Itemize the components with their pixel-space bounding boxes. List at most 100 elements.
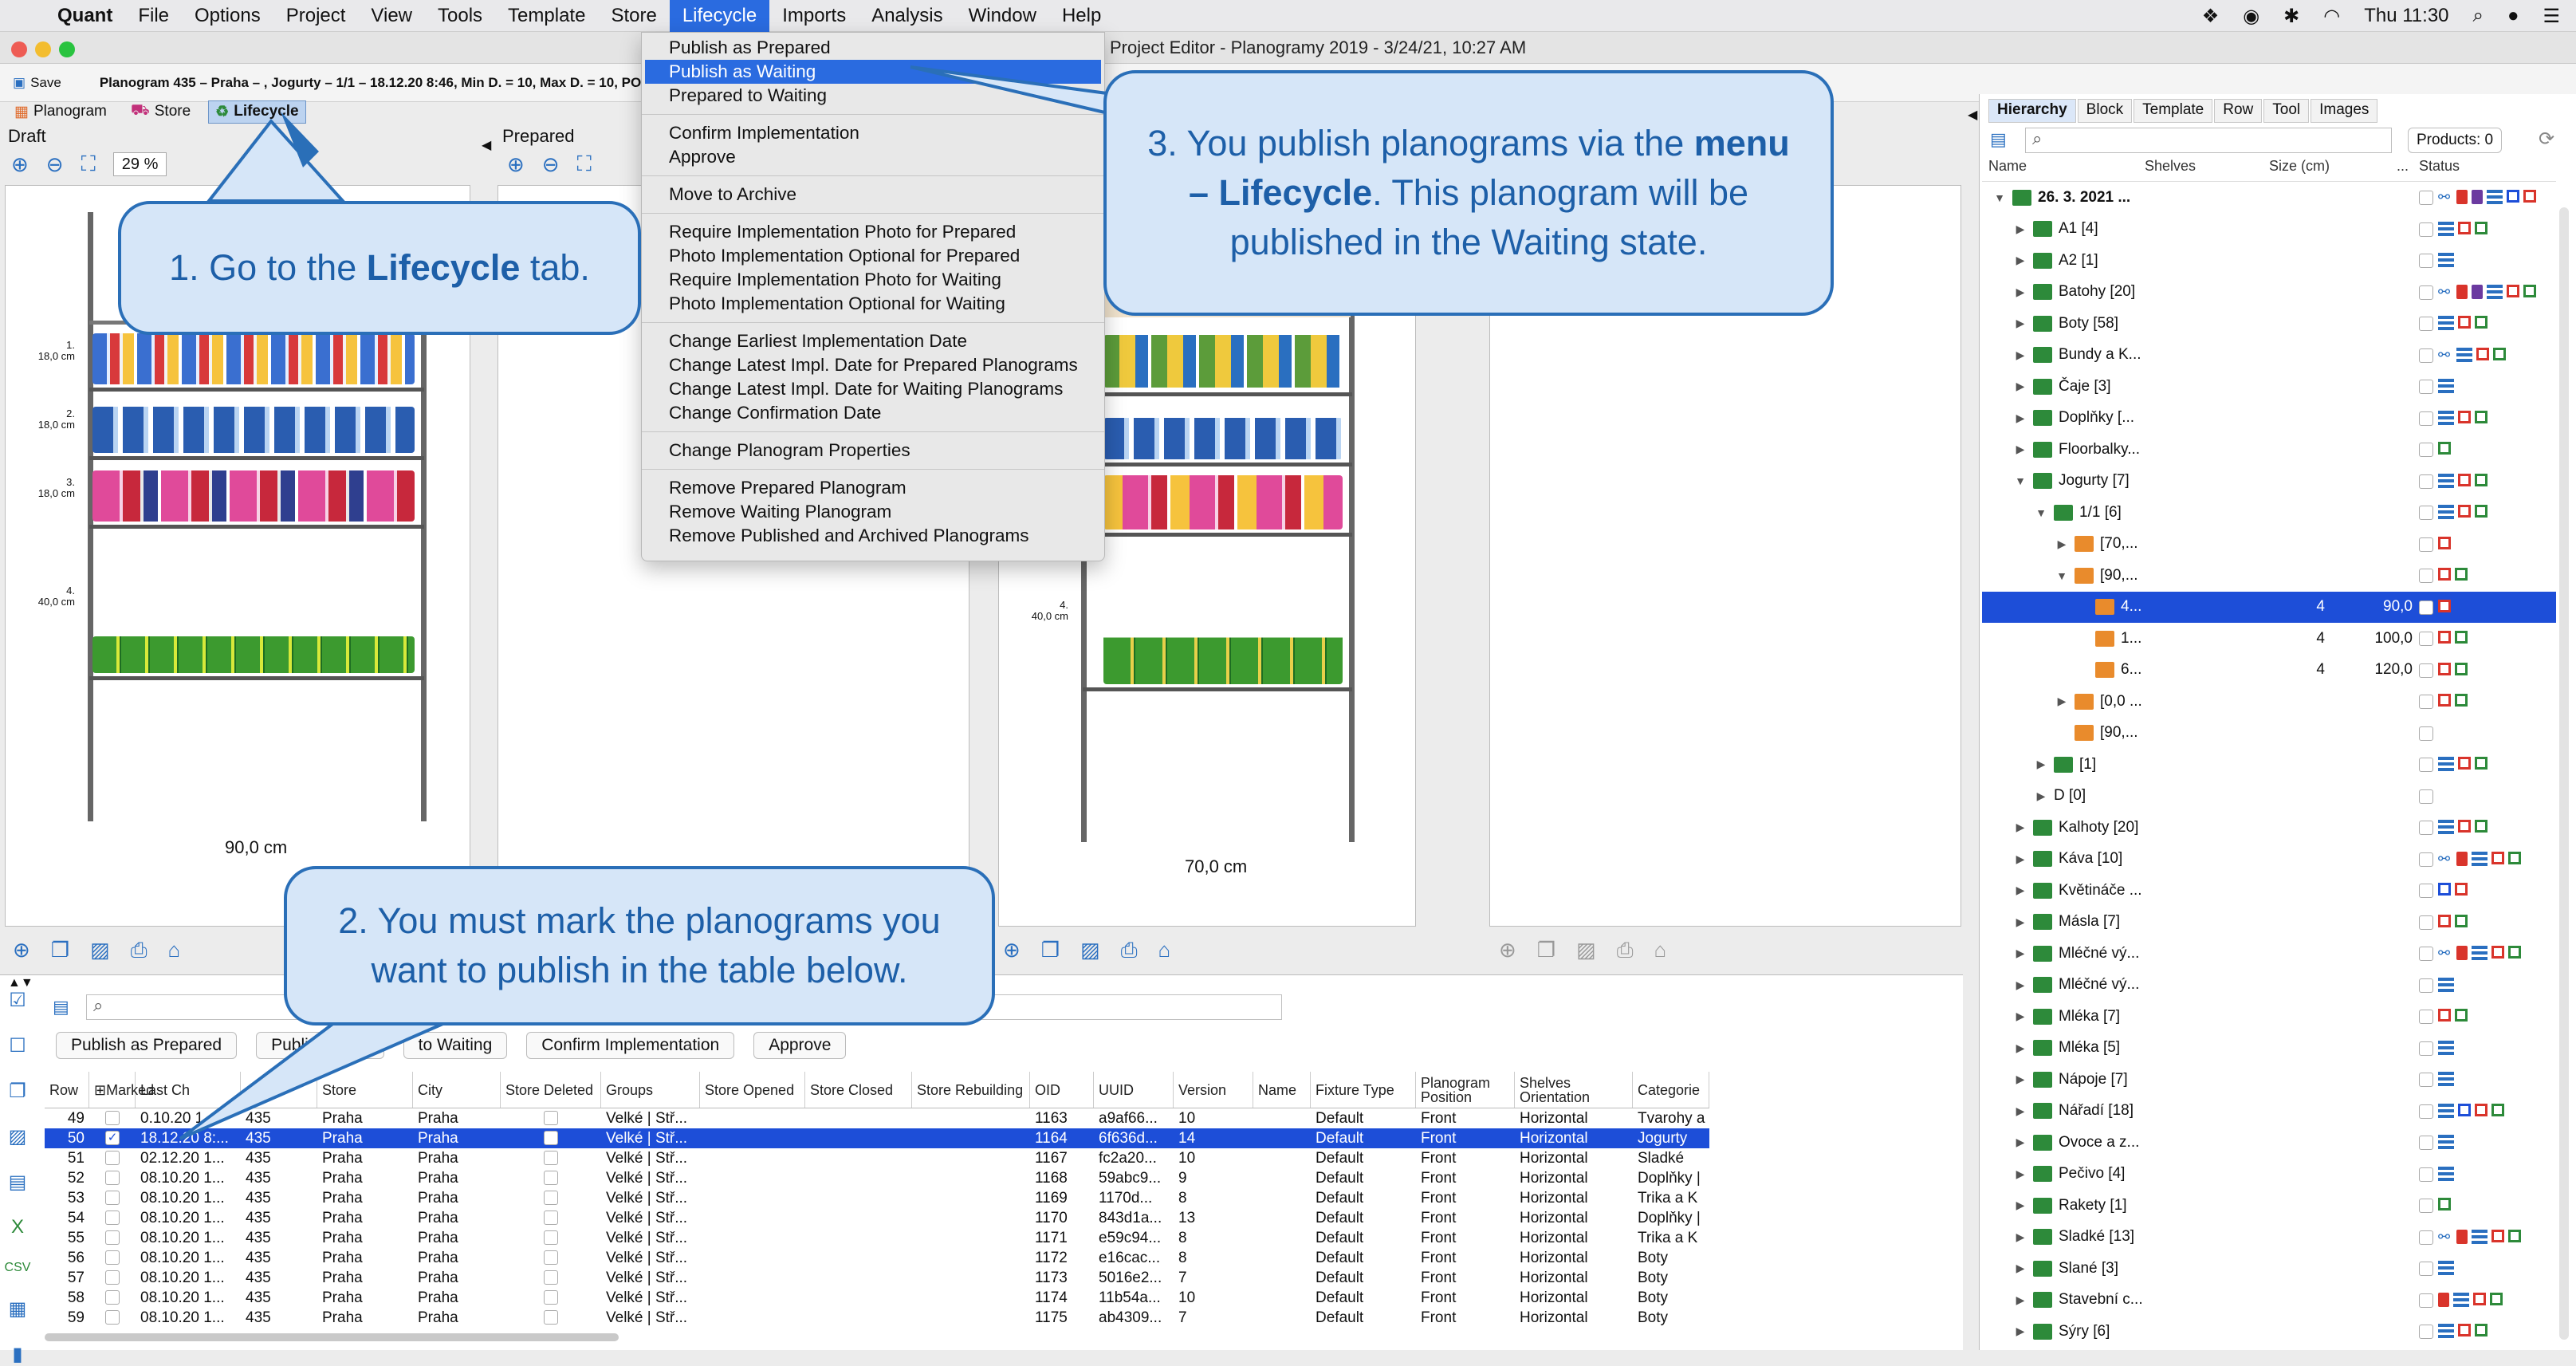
collapsed-arrow-icon[interactable]: ▶ bbox=[2055, 537, 2068, 551]
col-header-marked[interactable]: ⊞ Marked bbox=[89, 1072, 154, 1108]
tag-icon[interactable]: ⌂ bbox=[168, 938, 181, 965]
tree-item-checkbox[interactable] bbox=[2419, 1325, 2433, 1339]
tab-images[interactable]: Images bbox=[2311, 99, 2378, 123]
product-facings[interactable] bbox=[92, 333, 415, 384]
tree-item-checkbox[interactable] bbox=[2419, 1010, 2433, 1024]
col-header-store-closed[interactable]: Store Closed bbox=[805, 1072, 912, 1108]
image-icon[interactable]: ▨ bbox=[1576, 938, 1596, 965]
copy-icon[interactable]: ❐ bbox=[1537, 938, 1555, 965]
tree-item[interactable]: ▶ Mléčné vý... ⚯ bbox=[1982, 938, 2556, 970]
collapsed-arrow-icon[interactable]: ▶ bbox=[2014, 1325, 2027, 1338]
tree-item-checkbox[interactable] bbox=[2419, 884, 2433, 898]
col-header-store-opened[interactable]: Store Opened bbox=[700, 1072, 805, 1108]
table-row[interactable]: 59 08.10.20 1... 435 Praha Praha Velké | Stř.… bbox=[45, 1308, 1709, 1328]
tree-item-checkbox[interactable] bbox=[2419, 978, 2433, 993]
tree-item[interactable]: ▶ Mléka [7] bbox=[1982, 1001, 2556, 1033]
product-facings[interactable] bbox=[92, 407, 415, 453]
menu-item-photo-implementation-optional-for-waiting[interactable]: Photo Implementation Optional for Waitin… bbox=[642, 292, 1104, 316]
menu-file[interactable]: File bbox=[125, 0, 182, 32]
tree-item[interactable]: ▶ A2 [1] bbox=[1982, 245, 2556, 277]
tree-item-checkbox[interactable] bbox=[2419, 821, 2433, 835]
collapsed-arrow-icon[interactable]: ▶ bbox=[2014, 1136, 2027, 1149]
tree-item[interactable]: ▶ Pečivo [4] bbox=[1982, 1159, 2556, 1191]
collapsed-arrow-icon[interactable]: ▶ bbox=[2014, 821, 2027, 834]
tree-item-checkbox[interactable] bbox=[2419, 348, 2433, 363]
tree-item[interactable]: ▶ Stavební c... bbox=[1982, 1285, 2556, 1317]
tag-icon[interactable]: ⌂ bbox=[1654, 938, 1667, 965]
tree-item-checkbox[interactable] bbox=[2419, 789, 2433, 804]
tree-item-checkbox[interactable] bbox=[2419, 1041, 2433, 1056]
product-facings[interactable] bbox=[1103, 335, 1343, 388]
clock[interactable]: Thu 11:30 bbox=[2364, 5, 2448, 27]
chart-icon[interactable]: ▮ bbox=[12, 1343, 22, 1366]
calendar-icon[interactable]: ▦ bbox=[9, 1297, 27, 1321]
publish-as-waiting-button[interactable]: Publish as W bbox=[256, 1032, 384, 1059]
dropbox-icon[interactable]: ❖ bbox=[2202, 5, 2220, 28]
expanded-arrow-icon[interactable]: ▼ bbox=[1993, 191, 2006, 204]
tree-item[interactable]: ▶ Floorbalky... bbox=[1982, 434, 2556, 466]
menu-item-confirm-implementation[interactable]: Confirm Implementation bbox=[642, 121, 1104, 145]
image-icon[interactable]: ▨ bbox=[1080, 938, 1100, 965]
menu-item-approve[interactable]: Approve bbox=[642, 145, 1104, 169]
tab-hierarchy[interactable]: Hierarchy bbox=[1988, 99, 2076, 123]
tree-item[interactable]: ▼ 26. 3. 2021 ... ⚯ bbox=[1982, 182, 2556, 214]
marked-checkbox[interactable]: ✓ bbox=[105, 1131, 120, 1145]
image-icon[interactable]: ▨ bbox=[90, 938, 110, 965]
tree-item[interactable]: ▶ Mléka [5] bbox=[1982, 1033, 2556, 1065]
zoom-window-icon[interactable] bbox=[59, 41, 75, 57]
table-row[interactable]: 53 08.10.20 1... 435 Praha Praha Velké | Stř.… bbox=[45, 1188, 1709, 1208]
tree-item[interactable]: ▶ D [0] bbox=[1982, 781, 2556, 813]
excel-icon[interactable]: X bbox=[11, 1216, 24, 1238]
tree-item[interactable]: ▶ [70,... bbox=[1982, 529, 2556, 561]
collapse-left-icon[interactable]: ◀ bbox=[482, 137, 491, 153]
menu-item-remove-prepared-planogram[interactable]: Remove Prepared Planogram bbox=[642, 476, 1104, 500]
tree-item[interactable]: ▶ Nápoje [7] bbox=[1982, 1064, 2556, 1096]
hierarchy-search-input[interactable]: ⌕ bbox=[2025, 128, 2392, 153]
collapsed-arrow-icon[interactable]: ▶ bbox=[2014, 884, 2027, 897]
tree-item-checkbox[interactable] bbox=[2419, 915, 2433, 930]
menu-item-photo-implementation-optional-for-prepared[interactable]: Photo Implementation Optional for Prepar… bbox=[642, 244, 1104, 268]
save-button[interactable]: ▣ Save bbox=[6, 73, 68, 93]
table-row[interactable]: 49 0.10.20 1... 435 Praha Praha Velké | Stř..… bbox=[45, 1108, 1709, 1128]
control-center-icon[interactable]: ☰ bbox=[2543, 5, 2560, 28]
tree-item-checkbox[interactable] bbox=[2419, 695, 2433, 709]
search-icon[interactable]: ⌕ bbox=[2473, 5, 2484, 27]
collapsed-arrow-icon[interactable]: ▶ bbox=[2014, 380, 2027, 393]
magnify-icon[interactable]: ⊕ bbox=[1499, 938, 1516, 965]
tree-item-checkbox[interactable] bbox=[2419, 411, 2433, 426]
collapsed-arrow-icon[interactable]: ▶ bbox=[2014, 915, 2027, 929]
expanded-arrow-icon[interactable]: ▼ bbox=[2035, 506, 2047, 519]
marked-checkbox[interactable] bbox=[105, 1290, 120, 1305]
zoom-in-icon[interactable]: ⊕ bbox=[11, 152, 29, 177]
col-header-store-deleted[interactable]: Store Deleted bbox=[501, 1072, 601, 1108]
collapsed-arrow-icon[interactable]: ▶ bbox=[2014, 1167, 2027, 1181]
menu-item-prepared-to-waiting[interactable]: Prepared to Waiting bbox=[642, 84, 1104, 108]
tree-item[interactable]: ▶ Káva [10] ⚯ bbox=[1982, 844, 2556, 876]
col-header-groups[interactable]: Groups bbox=[601, 1072, 700, 1108]
collapsed-arrow-icon[interactable]: ▶ bbox=[2055, 695, 2068, 708]
table-row[interactable]: 57 08.10.20 1... 435 Praha Praha Velké | Stř.… bbox=[45, 1268, 1709, 1288]
table-row[interactable]: 56 08.10.20 1... 435 Praha Praha Velké | Stř.… bbox=[45, 1248, 1709, 1268]
tree-item-checkbox[interactable] bbox=[2419, 222, 2433, 237]
tree-item[interactable]: ▶ Slané [3] bbox=[1982, 1253, 2556, 1285]
tree-item[interactable]: ▼ 1/1 [6] bbox=[1982, 497, 2556, 529]
marked-checkbox[interactable] bbox=[105, 1191, 120, 1205]
menu-store[interactable]: Store bbox=[598, 0, 669, 32]
tree-item-checkbox[interactable] bbox=[2419, 317, 2433, 331]
menu-options[interactable]: Options bbox=[182, 0, 273, 32]
tree-item[interactable]: 4... 4 90,0 bbox=[1982, 591, 2556, 623]
collapsed-arrow-icon[interactable]: ▶ bbox=[2014, 411, 2027, 425]
collapsed-arrow-icon[interactable]: ▶ bbox=[2014, 1230, 2027, 1244]
table-row[interactable]: 51 02.12.20 1... 435 Praha Praha Velké | Stř.… bbox=[45, 1148, 1709, 1168]
col-header-store-rebuilding[interactable]: Store Rebuilding bbox=[912, 1072, 1030, 1108]
col-header-planogram-position[interactable]: Planogram Position bbox=[1416, 1072, 1515, 1108]
tree-item[interactable]: ▼ Jogurty [7] bbox=[1982, 466, 2556, 498]
menu-item-publish-as-waiting[interactable]: Publish as Waiting bbox=[645, 60, 1101, 84]
col-header-uuid[interactable]: UUID bbox=[1094, 1072, 1174, 1108]
menu-item-require-implementation-photo-for-prepared[interactable]: Require Implementation Photo for Prepare… bbox=[642, 220, 1104, 244]
menu-item-move-to-archive[interactable]: Move to Archive bbox=[642, 183, 1104, 207]
product-facings[interactable] bbox=[92, 636, 415, 673]
table-row[interactable]: 58 08.10.20 1... 435 Praha Praha Velké | Stř.… bbox=[45, 1288, 1709, 1308]
tree-item-checkbox[interactable] bbox=[2419, 380, 2433, 394]
tree-item[interactable]: [90,... bbox=[1982, 718, 2556, 750]
